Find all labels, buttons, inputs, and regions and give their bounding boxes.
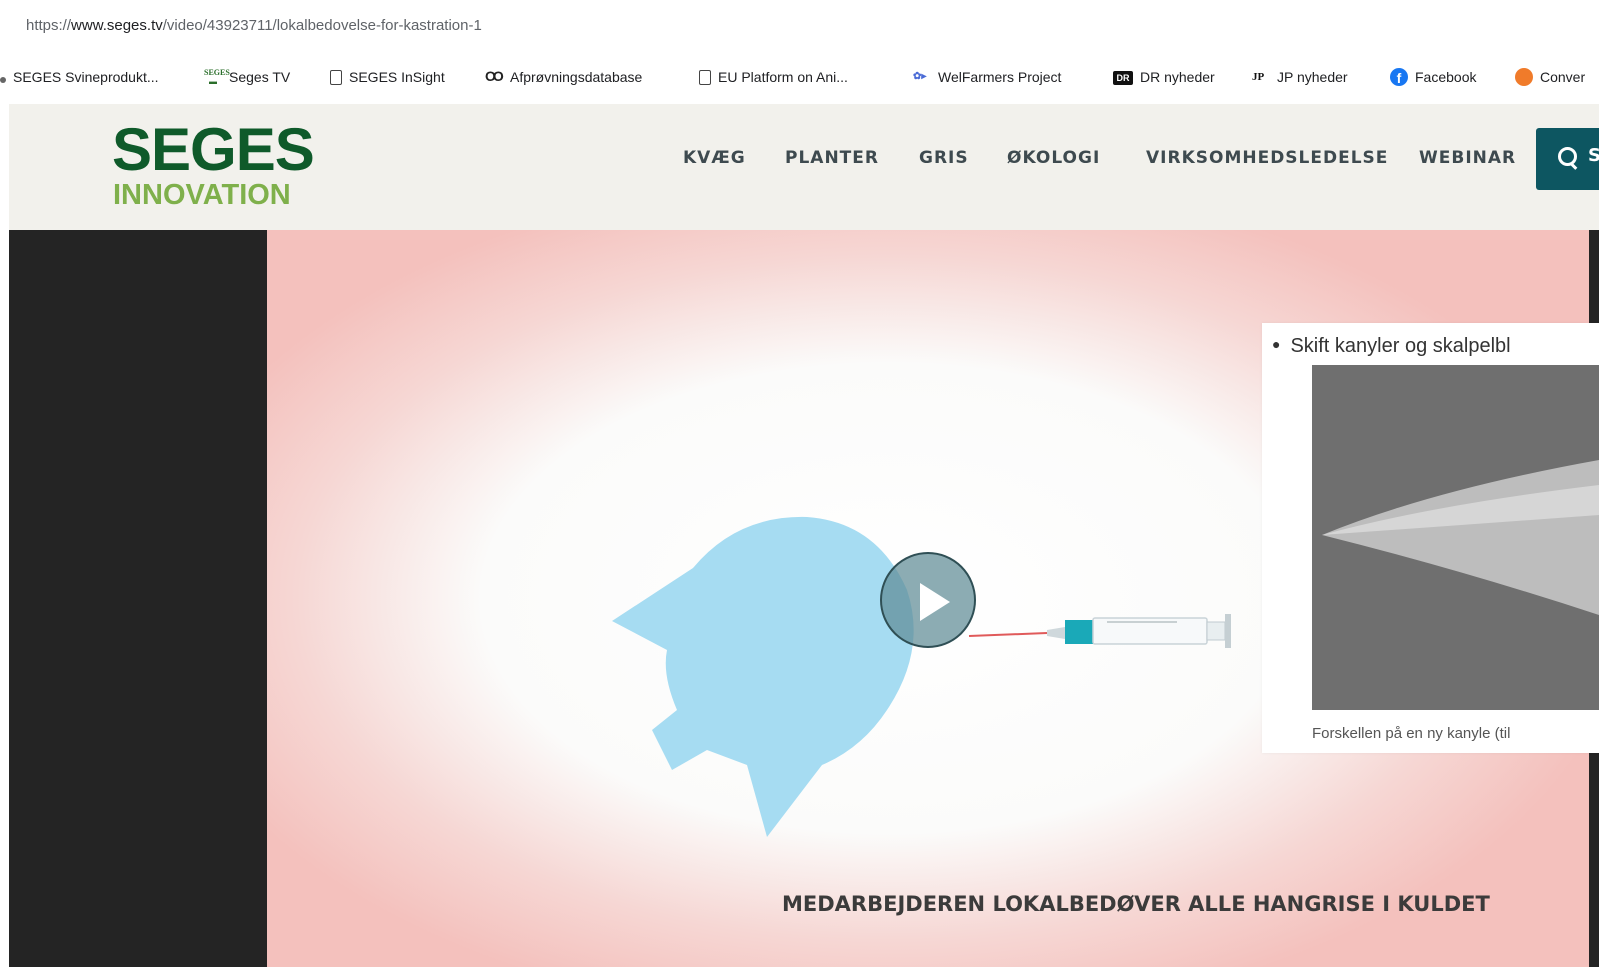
- welfarmers-icon: ✿▸: [913, 71, 927, 82]
- play-icon: [920, 583, 950, 621]
- bookmark-afproevningsdatabase[interactable]: OO Afprøvningsdatabase: [485, 67, 642, 87]
- search-icon: [1558, 147, 1577, 166]
- nav-item-planter[interactable]: PLANTER: [785, 148, 879, 168]
- dot-icon: [0, 77, 6, 83]
- nav-item-oekologi[interactable]: ØKOLOGI: [1007, 148, 1100, 168]
- jp-icon: JP: [1252, 71, 1265, 83]
- video-caption: MEDARBEJDEREN LOKALBEDØVER ALLE HANGRISE…: [782, 892, 1490, 916]
- logo-wordmark-seges: SEGES: [112, 116, 315, 183]
- bullet-text: Skift kanyler og skalpelbl: [1290, 335, 1511, 357]
- bookmark-converter[interactable]: Conver: [1515, 67, 1585, 87]
- play-button[interactable]: [880, 552, 976, 648]
- bookmark-label: Facebook: [1415, 69, 1477, 85]
- bookmark-seges-tv[interactable]: SEGES ▬ Seges TV: [204, 67, 290, 87]
- bookmark-dr-nyheder[interactable]: DR DR nyheder: [1113, 67, 1215, 87]
- nav-item-kvaeg[interactable]: KVÆG: [683, 148, 746, 168]
- bookmark-seges-svineproduktion[interactable]: SEGES Svineprodukt...: [0, 67, 159, 87]
- needle-tip-image: [1312, 365, 1599, 710]
- bookmark-welfarmers[interactable]: ✿▸ WelFarmers Project: [913, 67, 1061, 87]
- bookmark-label: SEGES Svineprodukt...: [13, 69, 159, 85]
- document-icon: [330, 69, 342, 85]
- url-host: www.seges.tv: [71, 17, 163, 34]
- facebook-icon: f: [1390, 68, 1408, 86]
- infinity-icon: OO: [485, 68, 504, 84]
- bullet-dot-icon: ●: [1272, 336, 1281, 352]
- bookmark-eu-platform[interactable]: EU Platform on Ani...: [699, 67, 848, 87]
- nav-item-gris[interactable]: GRIS: [919, 148, 969, 168]
- needle-photo: [1312, 365, 1599, 710]
- document-icon: [699, 69, 711, 85]
- bookmark-label: Conver: [1540, 69, 1586, 85]
- search-label: S: [1588, 145, 1599, 166]
- nav-item-webinar[interactable]: WEBINAR: [1419, 148, 1516, 168]
- bookmark-jp-nyheder[interactable]: JP JP nyheder: [1252, 67, 1348, 87]
- video-letterbox-left: [9, 230, 267, 967]
- bookmark-label: SEGES InSight: [349, 69, 445, 85]
- bookmark-facebook[interactable]: f Facebook: [1390, 67, 1476, 87]
- converter-icon: [1515, 68, 1533, 86]
- url-text[interactable]: https://www.seges.tv/video/43923711/loka…: [26, 17, 482, 34]
- bullet-item: ● Skift kanyler og skalpelbl: [1272, 335, 1511, 358]
- search-button[interactable]: S: [1536, 128, 1599, 190]
- nav-item-virksomhedsledelse[interactable]: VIRKSOMHEDSLEDELSE: [1146, 148, 1388, 168]
- bookmark-label: JP nyheder: [1277, 69, 1348, 85]
- bookmark-label: WelFarmers Project: [938, 69, 1062, 85]
- seges-icon: SEGES ▬: [204, 68, 230, 86]
- info-panel: ● Skift kanyler og skalpelbl Forskellen p…: [1262, 323, 1599, 753]
- site-header: SEGES INNOVATION KVÆG PLANTER GRIS ØKOLO…: [9, 104, 1599, 230]
- bookmark-seges-insight[interactable]: SEGES InSight: [330, 67, 445, 87]
- logo-wordmark-innovation: INNOVATION: [113, 179, 291, 211]
- dr-icon: DR: [1113, 71, 1133, 85]
- url-path: /video/43923711/lokalbedovelse-for-kastr…: [162, 17, 482, 34]
- address-bar[interactable]: https://www.seges.tv/video/43923711/loka…: [0, 0, 1599, 51]
- url-scheme: https://: [26, 17, 72, 34]
- bookmark-label: Afprøvningsdatabase: [510, 69, 643, 85]
- bookmark-label: EU Platform on Ani...: [718, 69, 848, 85]
- bookmark-label: Seges TV: [229, 69, 291, 85]
- bookmark-label: DR nyheder: [1140, 69, 1215, 85]
- bookmarks-bar: SEGES Svineprodukt... SEGES ▬ Seges TV SE…: [0, 50, 1599, 104]
- syringe-illustration: [968, 614, 1231, 648]
- photo-caption: Forskellen på en ny kanyle (til: [1312, 725, 1511, 742]
